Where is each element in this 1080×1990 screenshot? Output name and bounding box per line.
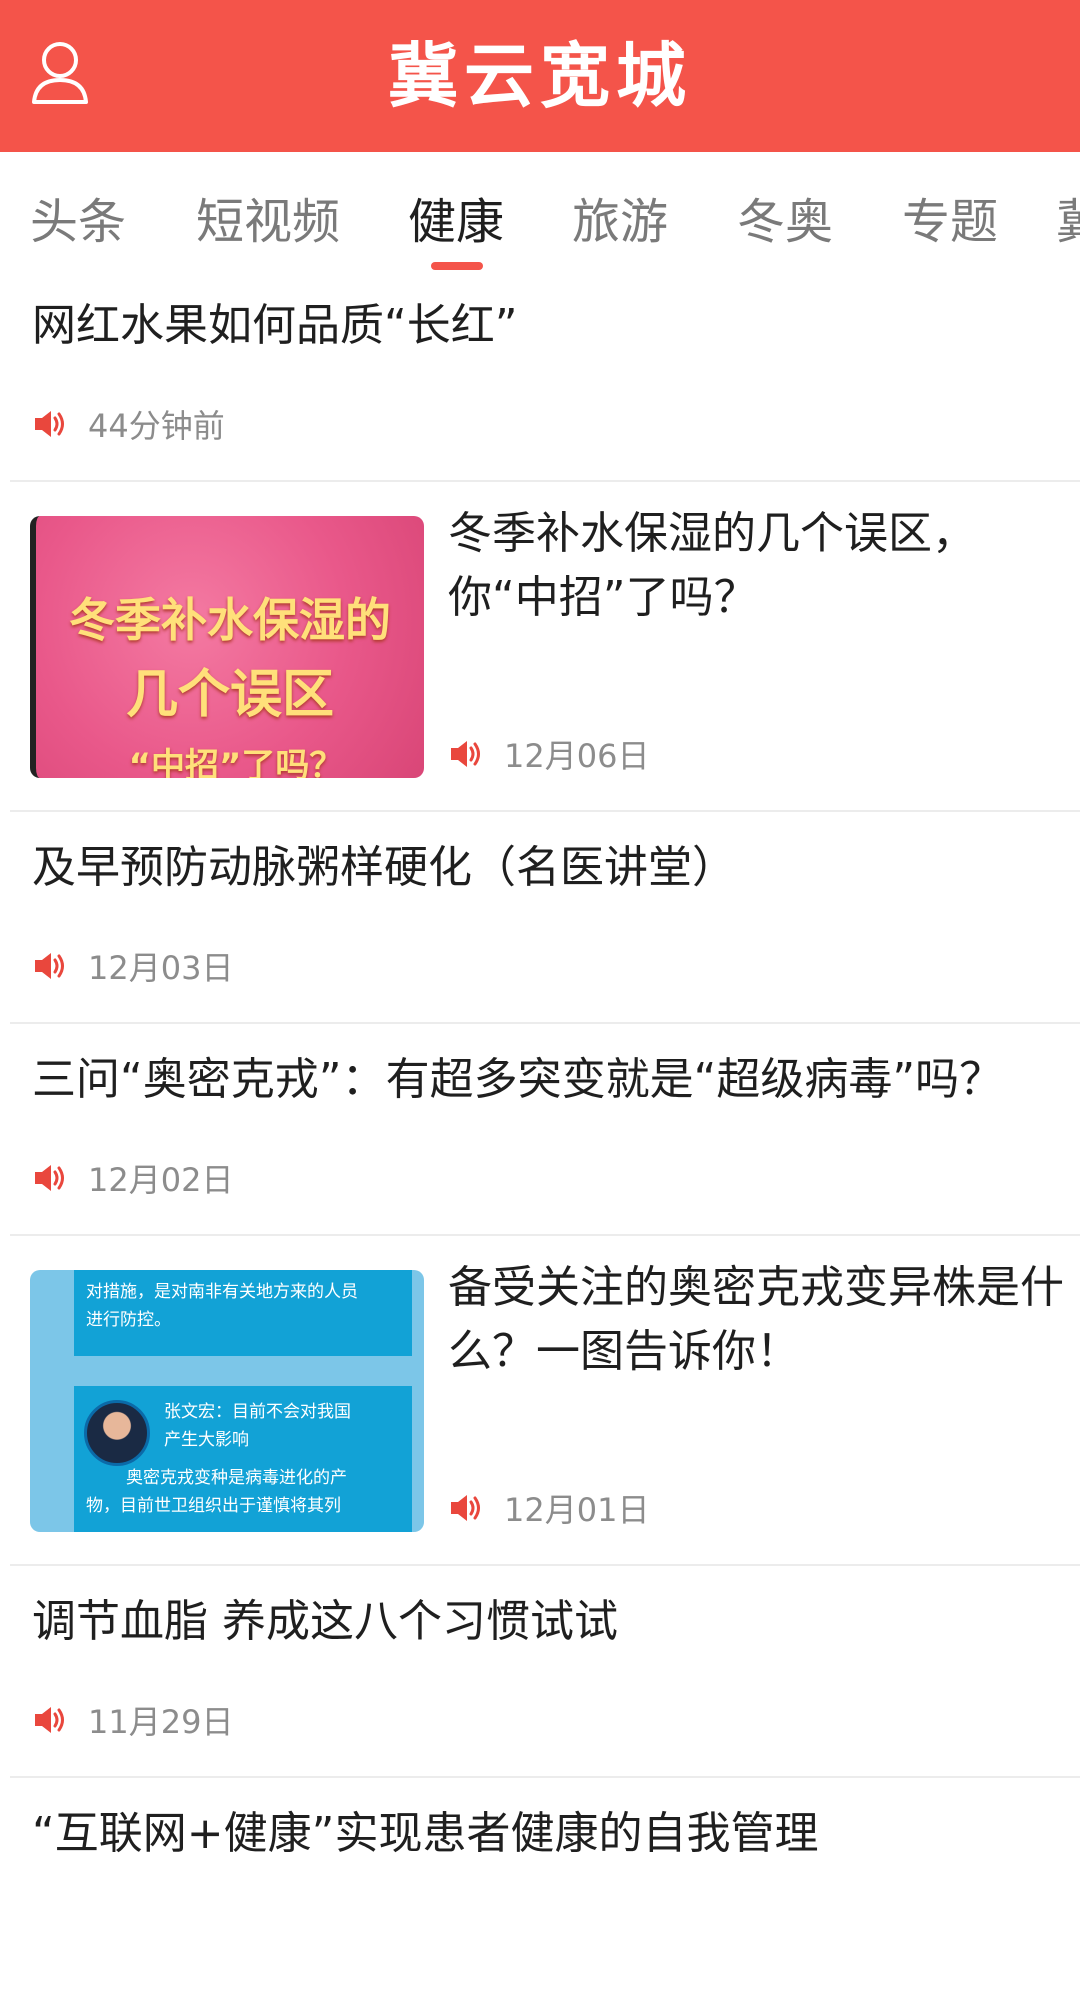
news-meta: 12月03日: [32, 946, 234, 987]
news-thumbnail[interactable]: 对措施，是对南非有关地方来的人员 进行防控。 张文宏：目前不会对我国 产生大影响…: [30, 1270, 424, 1532]
news-item[interactable]: 调节血脂 养成这八个习惯试试 11月29日: [10, 1566, 1080, 1778]
thumbnail-text-line: 产生大影响: [164, 1430, 249, 1450]
category-tabs: 头条 短视频 健康 旅游 冬奥 专题 冀: [0, 152, 1080, 270]
news-title: 网红水果如何品质“长红”: [32, 300, 518, 351]
news-meta: 44分钟前: [32, 404, 225, 445]
news-meta: 12月01日: [448, 1488, 650, 1529]
news-title: 调节血脂 养成这八个习惯试试: [32, 1596, 618, 1647]
news-title: 备受关注的奥密克戎变异株是什 么？一图告诉你！: [448, 1256, 1080, 1384]
news-item[interactable]: 及早预防动脉粥样硬化（名医讲堂） 12月03日: [10, 812, 1080, 1024]
speaker-icon[interactable]: [448, 1490, 484, 1526]
news-time: 12月02日: [88, 1161, 234, 1199]
speaker-icon[interactable]: [448, 736, 484, 772]
thumbnail-text-line: 物，目前世卫组织出于谨慎将其列: [86, 1496, 341, 1516]
speaker-icon[interactable]: [32, 1160, 68, 1196]
news-title: 冬季补水保湿的几个误区， 你“中招”了吗？: [448, 502, 1080, 630]
thumbnail-text-line: 对措施，是对南非有关地方来的人员: [86, 1282, 358, 1302]
thumbnail-panel: 对措施，是对南非有关地方来的人员 进行防控。: [74, 1270, 412, 1356]
news-meta: 11月29日: [32, 1700, 234, 1741]
news-title: 三问“奥密克戎”：有超多突变就是“超级病毒”吗？: [32, 1054, 1004, 1105]
tab-short-video[interactable]: 短视频: [196, 182, 340, 252]
thumbnail-caption: 冬季补水保湿的: [69, 593, 391, 647]
thumbnail-caption: 几个误区: [125, 665, 334, 725]
news-time: 44分钟前: [88, 407, 225, 445]
tab-topics[interactable]: 专题: [902, 182, 998, 252]
news-item[interactable]: 网红水果如何品质“长红” 44分钟前: [10, 270, 1080, 482]
news-title-line: 冬季补水保湿的几个误区，: [448, 508, 976, 559]
thumbnail-text-line: 进行防控。: [86, 1310, 171, 1330]
app-header: 冀云宽城: [0, 0, 1080, 152]
news-time: 12月03日: [88, 949, 234, 987]
thumbnail-caption: “中招”了吗？: [128, 746, 344, 778]
active-tab-indicator: [431, 262, 483, 270]
news-time: 12月06日: [504, 737, 650, 775]
tab-winter-olympics[interactable]: 冬奥: [737, 182, 833, 252]
tab-headlines[interactable]: 头条: [30, 182, 126, 252]
news-time: 12月01日: [504, 1491, 650, 1529]
thumbnail-text-line: 奥密克戎变种是病毒进化的产: [126, 1468, 347, 1488]
news-title-line: 备受关注的奥密克戎变异株是什: [448, 1262, 1064, 1313]
news-item[interactable]: “互联网+健康”实现患者健康的自我管理: [10, 1778, 1080, 1990]
speaker-icon[interactable]: [32, 1702, 68, 1738]
tab-travel[interactable]: 旅游: [572, 182, 668, 252]
thumbnail-text: 奥密克戎变种是病毒进化的产 物，目前世卫组织出于谨慎将其列: [74, 1462, 412, 1528]
news-item[interactable]: 冬季补水保湿的 几个误区 “中招”了吗？ 冬季补水保湿的几个误区， 你“中招”了…: [10, 482, 1080, 812]
person-avatar: [84, 1400, 150, 1466]
news-item[interactable]: 三问“奥密克戎”：有超多突变就是“超级病毒”吗？ 12月02日: [10, 1024, 1080, 1236]
news-item[interactable]: 对措施，是对南非有关地方来的人员 进行防控。 张文宏：目前不会对我国 产生大影响…: [10, 1236, 1080, 1566]
news-meta: 12月02日: [32, 1158, 234, 1199]
news-title-line: 么？一图告诉你！: [448, 1326, 800, 1377]
app-title: 冀云宽城: [388, 35, 692, 117]
news-title-line: 你“中招”了吗？: [448, 572, 758, 623]
news-meta: 12月06日: [448, 734, 650, 775]
speaker-icon[interactable]: [32, 948, 68, 984]
news-feed: 网红水果如何品质“长红” 44分钟前 冬季补水保湿的 几个误区 “中招”了吗？ …: [0, 270, 1080, 1990]
speaker-icon[interactable]: [32, 406, 68, 442]
tab-health[interactable]: 健康: [408, 182, 504, 252]
news-title: 及早预防动脉粥样硬化（名医讲堂）: [32, 842, 736, 893]
thumbnail-text: 对措施，是对南非有关地方来的人员 进行防控。: [74, 1270, 412, 1342]
news-time: 11月29日: [88, 1703, 234, 1741]
news-thumbnail[interactable]: 冬季补水保湿的 几个误区 “中招”了吗？: [30, 516, 424, 778]
tab-hebei[interactable]: 冀: [1056, 182, 1080, 252]
thumbnail-text-line: 张文宏：目前不会对我国: [164, 1402, 351, 1422]
news-title: “互联网+健康”实现患者健康的自我管理: [32, 1808, 819, 1859]
